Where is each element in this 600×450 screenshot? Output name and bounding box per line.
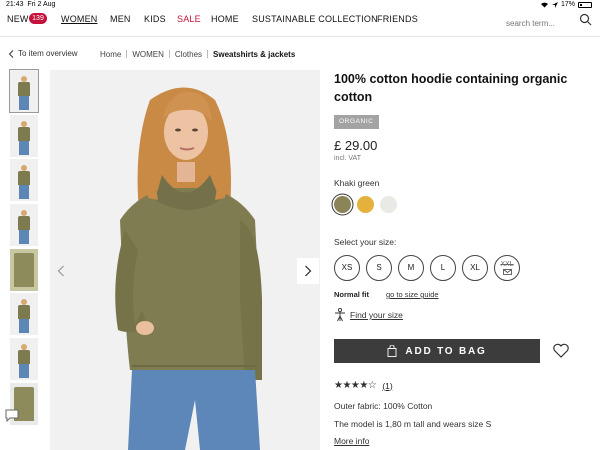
nav-sustainable-collection[interactable]: SUSTAINABLE COLLECTION xyxy=(252,14,378,24)
size-xs-label: XS xyxy=(341,263,353,272)
battery-percent: 17% xyxy=(560,1,575,8)
previous-image-button[interactable] xyxy=(50,258,72,284)
next-image-button[interactable] xyxy=(297,258,319,284)
main-product-image[interactable] xyxy=(50,70,320,450)
body-measure-icon xyxy=(335,308,345,322)
thumbnail-hood[interactable] xyxy=(10,293,38,336)
wishlist-heart-icon[interactable] xyxy=(552,342,570,360)
nav-home[interactable]: HOME xyxy=(211,14,239,24)
swatch-yellow[interactable] xyxy=(357,196,374,213)
find-your-size-label: Find your size xyxy=(350,310,403,320)
breadcrumb-clothes[interactable]: Clothes xyxy=(175,50,202,59)
thumbnail-front[interactable] xyxy=(9,69,39,113)
size-m-label: M xyxy=(407,263,415,272)
location-icon xyxy=(551,1,558,8)
status-time: 21:43 Fri 2 Aug xyxy=(6,1,56,8)
breadcrumb: Home WOMEN Clothes Sweatshirts & jackets xyxy=(100,50,295,59)
thumbnail-side[interactable] xyxy=(10,114,38,157)
breadcrumb-divider xyxy=(168,50,170,58)
product-price: £ 29.00 xyxy=(334,138,378,153)
chevron-left-icon xyxy=(8,49,14,58)
size-xxl-unavailable[interactable]: XXL xyxy=(494,255,520,281)
review-count-link[interactable]: (1) xyxy=(382,381,392,391)
model-info: The model is 1,80 m tall and wears size … xyxy=(334,419,492,429)
thumbnail-back[interactable] xyxy=(10,159,38,202)
find-your-size-link[interactable]: Find your size xyxy=(334,308,403,322)
breadcrumb-women[interactable]: WOMEN xyxy=(132,50,164,59)
chevron-right-icon xyxy=(305,265,312,277)
product-rating: ★★★★☆ (1) xyxy=(334,380,393,391)
more-info-link[interactable]: More info xyxy=(334,436,369,446)
organic-tag: ORGANIC xyxy=(334,115,379,129)
size-selector: XS S M L XL XXL xyxy=(334,255,520,281)
battery-icon xyxy=(578,1,592,8)
wifi-icon xyxy=(540,2,548,8)
vat-note: incl. VAT xyxy=(334,155,361,162)
size-xl-label: XL xyxy=(470,263,480,272)
size-xxl-label: XXL xyxy=(500,261,514,268)
fabric-info: Outer fabric: 100% Cotton xyxy=(334,401,433,411)
size-label: Select your size: xyxy=(334,237,397,247)
size-s[interactable]: S xyxy=(366,255,392,281)
add-to-bag-button[interactable]: ADD TO BAG xyxy=(334,339,540,363)
thumbnail-fabric-detail[interactable] xyxy=(10,248,38,291)
back-label: To item overview xyxy=(18,49,78,58)
status-right: 17% xyxy=(540,1,592,8)
nav-sale[interactable]: SALE xyxy=(177,14,201,24)
nav-new[interactable]: NEW xyxy=(7,14,29,24)
rating-stars: ★★★★☆ xyxy=(334,380,377,391)
size-xl[interactable]: XL xyxy=(462,255,488,281)
search-input[interactable] xyxy=(506,19,572,28)
swatch-off-white[interactable] xyxy=(380,196,397,213)
breadcrumb-current: Sweatshirts & jackets xyxy=(213,50,296,59)
breadcrumb-divider xyxy=(126,50,128,58)
size-m[interactable]: M xyxy=(398,255,424,281)
color-swatches xyxy=(334,196,397,213)
size-xs[interactable]: XS xyxy=(334,255,360,281)
chat-icon[interactable] xyxy=(4,408,20,422)
thumbnail-list xyxy=(9,69,39,428)
thumbnail-pose[interactable] xyxy=(10,204,38,247)
nav-kids[interactable]: KIDS xyxy=(144,14,166,24)
size-guide-link[interactable]: go to size guide xyxy=(386,290,439,299)
size-l[interactable]: L xyxy=(430,255,456,281)
back-to-overview-link[interactable]: To item overview xyxy=(8,49,78,58)
search-box xyxy=(506,13,594,28)
chevron-left-icon xyxy=(57,265,64,277)
model-illustration xyxy=(50,70,320,450)
nav-friends[interactable]: FRIENDS xyxy=(377,14,418,24)
nav-women[interactable]: WOMEN xyxy=(61,14,98,24)
nav-divider xyxy=(0,36,600,37)
status-bar: 21:43 Fri 2 Aug 17% xyxy=(0,0,600,10)
add-to-bag-label: ADD TO BAG xyxy=(405,345,487,357)
selected-color-name: Khaki green xyxy=(334,178,380,188)
swatch-khaki-green[interactable] xyxy=(334,196,351,213)
size-l-label: L xyxy=(440,263,446,272)
new-count-badge: 139 xyxy=(29,13,47,24)
thumbnail-model[interactable] xyxy=(10,338,38,381)
search-icon[interactable] xyxy=(579,13,592,26)
main-nav: NEW 139 WOMEN MEN KIDS SALE HOME SUSTAIN… xyxy=(0,11,600,29)
breadcrumb-home[interactable]: Home xyxy=(100,50,121,59)
shopping-bag-icon xyxy=(387,345,397,357)
fit-label: Normal fit xyxy=(334,290,370,299)
nav-men[interactable]: MEN xyxy=(110,14,131,24)
breadcrumb-divider xyxy=(207,50,209,58)
product-title: 100% cotton hoodie containing organic co… xyxy=(334,72,568,104)
mail-icon xyxy=(502,269,512,275)
size-s-label: S xyxy=(376,263,382,272)
